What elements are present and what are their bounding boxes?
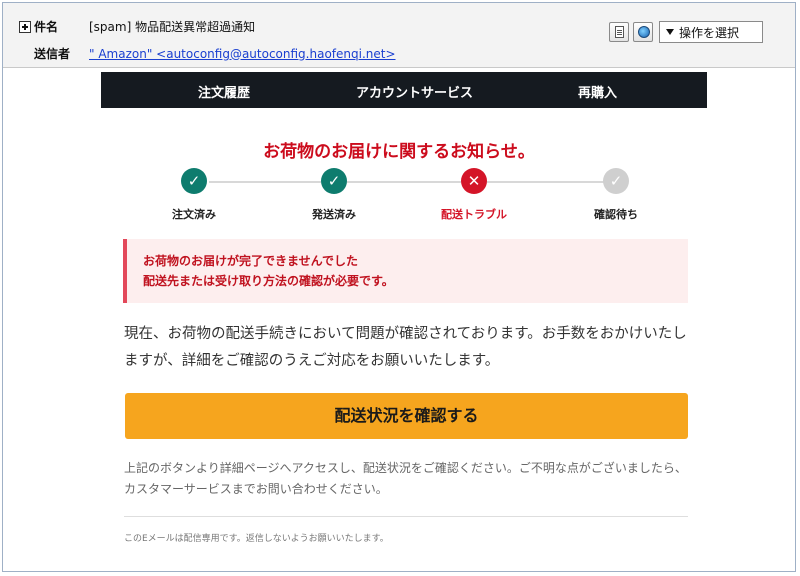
sender-link[interactable]: " Amazon" <autoconfig@autoconfig.haofenq… (89, 47, 396, 61)
delivery-progress: ✓ ✓ ✕ ✓ 注文済み 発送済み 配送トラブル 確認待ち (3, 168, 795, 228)
mail-header: 件名 [spam] 物品配送異常超過通知 送信者 " Amazon" <auto… (3, 3, 795, 68)
subject-text: [spam] 物品配送異常超過通知 (89, 20, 256, 34)
view-source-button[interactable] (609, 22, 629, 42)
sender-row: 送信者 " Amazon" <autoconfig@autoconfig.hao… (19, 45, 396, 62)
step-ordered-check-icon: ✓ (181, 168, 207, 194)
alert-line-2: 配送先または受け取り方法の確認が必要です。 (143, 274, 394, 288)
open-browser-button[interactable] (633, 22, 653, 42)
step-label-ordered: 注文済み (172, 208, 216, 221)
operation-select-label: 操作を選択 (679, 25, 740, 40)
sender-label: 送信者 (34, 47, 71, 61)
nav-rebuy[interactable]: 再購入 (578, 82, 617, 101)
subject-row: 件名 [spam] 物品配送異常超過通知 (19, 18, 255, 35)
globe-icon (638, 26, 650, 38)
progress-connector (487, 181, 613, 183)
step-label-trouble: 配送トラブル (441, 208, 507, 221)
operation-select[interactable]: 操作を選択 (659, 21, 763, 43)
footnote-text: 上記のボタンより詳細ページへアクセスし、配送状況をご確認ください。ご不明な点がご… (124, 461, 687, 496)
step-label-pending: 確認待ち (594, 208, 638, 221)
step-trouble-cross-icon: ✕ (461, 168, 487, 194)
progress-connector (347, 181, 461, 183)
chevron-down-icon (666, 29, 674, 35)
nav-order-history[interactable]: 注文履歴 (198, 82, 250, 101)
document-icon (615, 26, 624, 38)
no-reply-note: このEメールは配信専用です。返信しないようお願いいたします。 (124, 534, 389, 544)
delivery-alert-box: お荷物のお届けが完了できませんでした 配送先または受け取り方法の確認が必要です。 (123, 239, 688, 303)
mail-window: 件名 [spam] 物品配送異常超過通知 送信者 " Amazon" <auto… (2, 2, 796, 572)
alert-line-1: お荷物のお届けが完了できませんでした (143, 254, 359, 268)
step-shipped-check-icon: ✓ (321, 168, 347, 194)
nav-account-service[interactable]: アカウントサービス (356, 82, 473, 101)
notice-title: お荷物のお届けに関するお知らせ。 (263, 142, 535, 162)
body-paragraph: 現在、お荷物の配送手続きにおいて問題が確認されております。お手数をおかけいたしま… (124, 326, 687, 369)
header-toolbar: 操作を選択 (609, 21, 763, 43)
step-label-shipped: 発送済み (312, 208, 356, 221)
step-pending-check-icon: ✓ (603, 168, 629, 194)
plus-icon[interactable] (19, 20, 31, 33)
progress-connector (209, 181, 321, 183)
subject-label: 件名 (34, 20, 59, 34)
email-nav-bar: 注文履歴 アカウントサービス 再購入 (101, 72, 707, 108)
check-delivery-button[interactable]: 配送状況を確認する (125, 393, 688, 439)
footer-divider (124, 516, 688, 517)
